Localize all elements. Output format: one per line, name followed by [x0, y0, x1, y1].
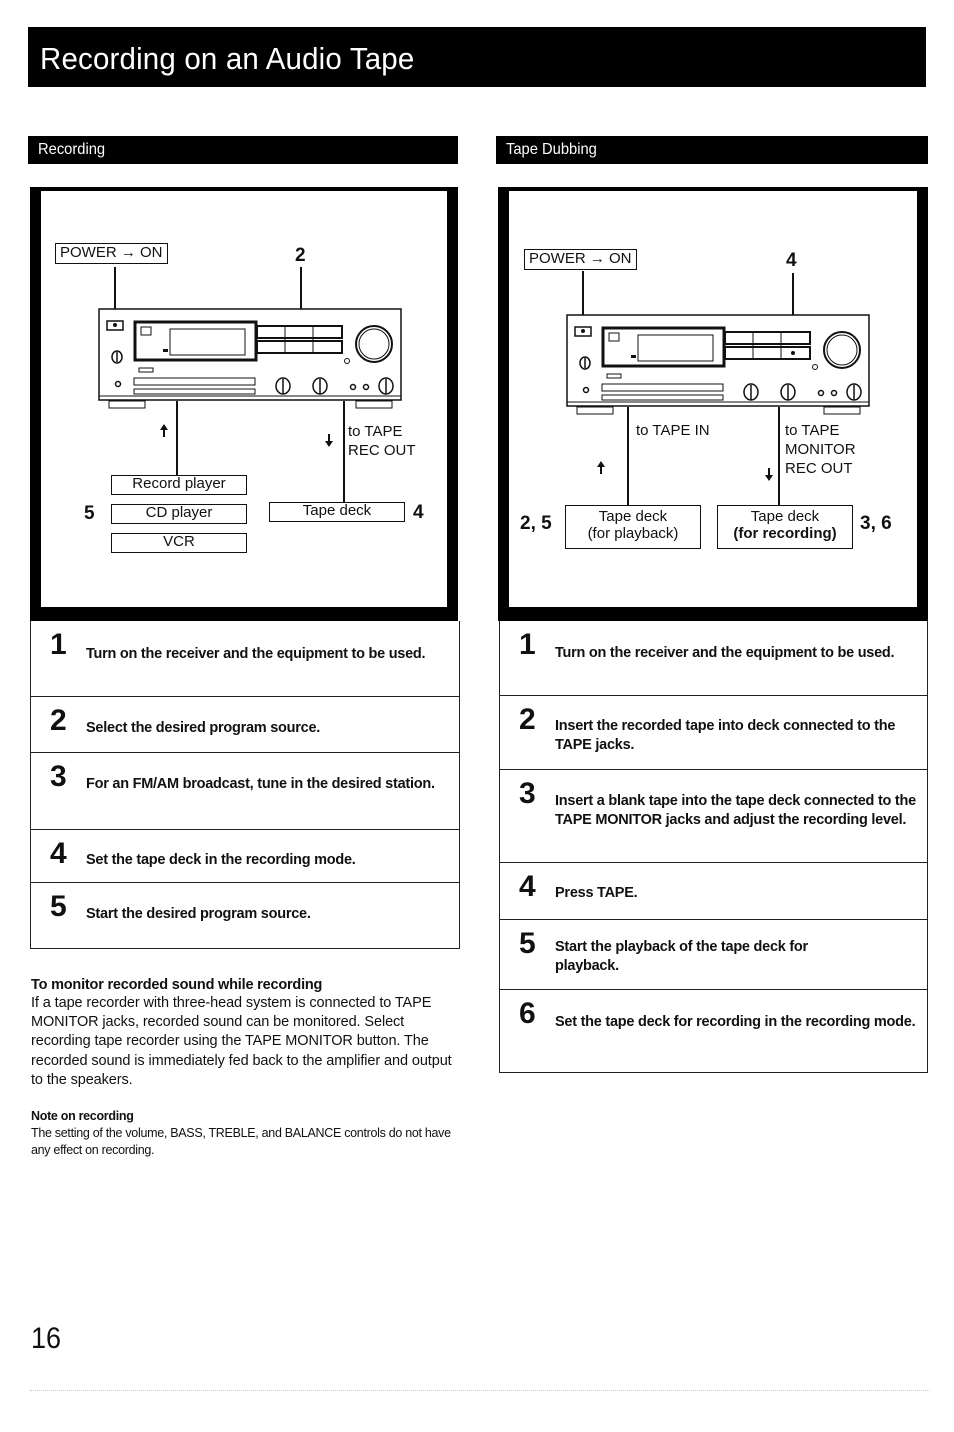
step-item: 2 Insert the recorded tape into deck con… — [500, 696, 927, 770]
step-item: 3 For an FM/AM broadcast, tune in the de… — [31, 753, 459, 830]
deck-purpose: (for playback) — [587, 524, 679, 542]
down-arrow-icon — [325, 434, 333, 447]
section-title-tape-dubbing: Tape Dubbing — [506, 141, 597, 158]
source-record-player: Record player — [111, 475, 247, 495]
tape-deck-box: Tape deck — [269, 502, 405, 522]
section-header-recording: Recording — [28, 136, 458, 164]
tape-dubbing-steps: 1 Turn on the receiver and the equipment… — [499, 621, 928, 1073]
step-marker-4: 4 — [413, 502, 424, 523]
monitor-note-heading: To monitor recorded sound while recordin… — [31, 977, 323, 993]
recording-note: Note on recording The setting of the vol… — [31, 1108, 461, 1159]
step-text: Insert a blank tape into the tape deck c… — [555, 793, 916, 828]
label-line: REC OUT — [348, 442, 416, 459]
source-vcr: VCR — [111, 533, 247, 553]
step-marker-2-5: 2, 5 — [520, 513, 552, 534]
label-line: MONITOR — [785, 441, 856, 458]
step-text: Press TAPE. — [555, 885, 638, 901]
tape-monitor-rec-out-label: to TAPE MONITOR REC OUT — [785, 421, 856, 478]
step-number: 3 — [50, 760, 67, 793]
deck-label: Tape deck — [750, 508, 820, 525]
step-item: 6 Set the tape deck for recording in the… — [500, 990, 927, 1072]
step-text: Turn on the receiver and the equipment t… — [86, 646, 426, 662]
step-marker-3-6: 3, 6 — [860, 513, 892, 534]
step-marker-5: 5 — [84, 503, 95, 524]
step-number: 2 — [519, 703, 536, 736]
recording-note-body: The setting of the volume, BASS, TREBLE,… — [31, 1126, 451, 1157]
playback-deck-box: Tape deck (for playback) — [565, 505, 701, 549]
step-item: 5 Start the desired program source. — [31, 883, 459, 948]
recording-deck-box: Tape deck (for recording) — [717, 505, 853, 549]
step-number: 5 — [519, 927, 536, 960]
label-line: REC OUT — [785, 460, 853, 477]
step-number: 1 — [519, 628, 536, 661]
scan-artifact-divider — [30, 1390, 930, 1400]
step-item: 3 Insert a blank tape into the tape deck… — [500, 770, 927, 863]
step-item: 5 Start the playback of the tape deck fo… — [500, 920, 927, 990]
step-text: Set the tape deck for recording in the r… — [555, 1014, 916, 1030]
up-arrow-icon — [597, 461, 605, 474]
step-text: Turn on the receiver and the equipment t… — [555, 645, 895, 661]
power-on-label: POWER → ON — [55, 243, 168, 264]
source-cd-player: CD player — [111, 504, 247, 524]
step-number: 3 — [519, 777, 536, 810]
step-number: 5 — [50, 890, 67, 923]
step-text: Insert the recorded tape into deck conne… — [555, 718, 896, 753]
tape-dubbing-diagram: POWER → ON 4 to TAPE IN to TAPE MONITOR … — [498, 187, 928, 621]
step-item: 2 Select the desired program source. — [31, 697, 459, 753]
label-line: to TAPE — [348, 423, 403, 440]
down-arrow-icon — [765, 468, 773, 481]
step-text: Start the playback of the tape deck for … — [555, 939, 808, 974]
step-number: 4 — [50, 837, 67, 870]
recording-note-heading: Note on recording — [31, 1109, 134, 1123]
page-number: 16 — [31, 1322, 62, 1355]
receiver-icon — [566, 314, 870, 415]
step-item: 4 Press TAPE. — [500, 863, 927, 920]
recording-diagram: POWER → ON 2 to TAPE REC OUT Record play… — [30, 187, 458, 621]
monitor-note: To monitor recorded sound while recordin… — [31, 976, 461, 1090]
monitor-note-body: If a tape recorder with three-head syste… — [31, 995, 452, 1088]
step-item: 4 Set the tape deck in the recording mod… — [31, 830, 459, 883]
receiver-icon — [98, 308, 402, 409]
power-on-label: POWER → ON — [524, 249, 637, 270]
section-header-tape-dubbing: Tape Dubbing — [496, 136, 928, 164]
tape-rec-out-label: to TAPE REC OUT — [348, 422, 416, 460]
step-number: 2 — [50, 704, 67, 737]
up-arrow-icon — [160, 424, 168, 437]
step-item: 1 Turn on the receiver and the equipment… — [500, 621, 927, 696]
label-line: to TAPE — [785, 422, 840, 439]
deck-label: Tape deck — [598, 508, 668, 525]
step-number: 6 — [519, 997, 536, 1030]
step-text: For an FM/AM broadcast, tune in the desi… — [86, 776, 435, 792]
step-number: 1 — [50, 628, 67, 661]
step-number: 4 — [519, 870, 536, 903]
step-item: 1 Turn on the receiver and the equipment… — [31, 621, 459, 697]
page-title: Recording on an Audio Tape — [40, 41, 415, 76]
recording-steps: 1 Turn on the receiver and the equipment… — [30, 621, 460, 949]
step-text: Select the desired program source. — [86, 720, 321, 736]
step-text: Start the desired program source. — [86, 906, 311, 922]
tape-in-label: to TAPE IN — [636, 422, 710, 439]
page-title-bar: Recording on an Audio Tape — [28, 27, 926, 87]
step-marker-2: 2 — [295, 245, 306, 266]
deck-purpose: (for recording) — [733, 524, 837, 542]
step-marker-4: 4 — [786, 250, 797, 271]
section-title-recording: Recording — [38, 141, 106, 158]
step-text: Set the tape deck in the recording mode. — [86, 852, 356, 868]
